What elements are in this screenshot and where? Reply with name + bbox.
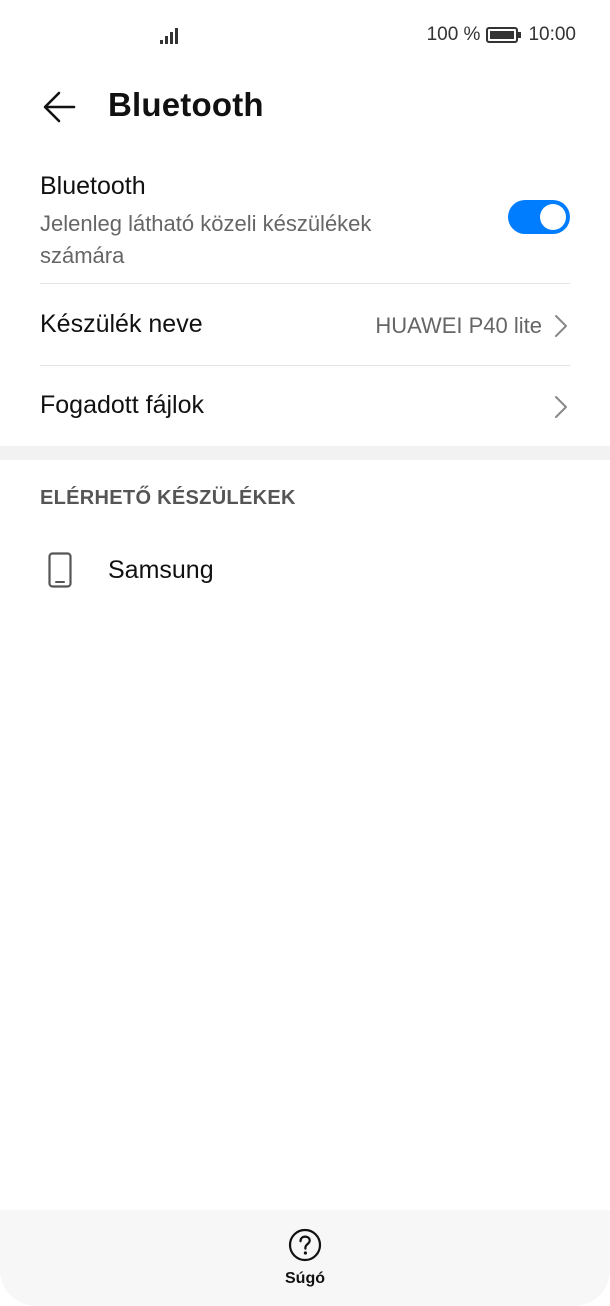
- bluetooth-toggle[interactable]: [508, 200, 570, 234]
- arrow-left-icon[interactable]: [40, 88, 78, 126]
- divider: [40, 365, 570, 366]
- toggle-knob: [540, 204, 566, 230]
- device-name-value: HUAWEI P40 lite: [375, 313, 542, 338]
- phone-icon: [48, 552, 72, 588]
- help-label: Súgó: [285, 1270, 325, 1287]
- header: Bluetooth: [0, 80, 610, 136]
- device-name: Samsung: [108, 556, 214, 584]
- divider: [40, 283, 570, 284]
- clock: 10:00: [528, 24, 576, 45]
- battery-percent: 100 %: [426, 24, 481, 45]
- bottom-bar: Súgó: [0, 1210, 610, 1306]
- list-item-device[interactable]: Samsung: [40, 540, 570, 600]
- bluetooth-row-subtitle: Jelenleg látható közeli készülékek számá…: [40, 211, 372, 268]
- bluetooth-row-title: Bluetooth: [40, 172, 146, 200]
- signal-bars-icon: [160, 28, 178, 44]
- status-right: 100 % 10:00: [427, 24, 576, 46]
- help-button[interactable]: Súgó: [265, 1228, 345, 1298]
- chevron-right-icon: [555, 315, 567, 337]
- received-files-label: Fogadott fájlok: [40, 391, 204, 419]
- received-files-row[interactable]: Fogadott fájlok: [40, 367, 570, 447]
- bluetooth-setting-row: Bluetooth Jelenleg látható közeli készül…: [40, 168, 570, 282]
- question-circle-icon: [288, 1228, 322, 1262]
- status-bar: 100 % 10:00: [0, 0, 610, 70]
- section-separator: [0, 446, 610, 460]
- device-name-row[interactable]: Készülék neve HUAWEI P40 lite: [40, 286, 570, 366]
- page-title: Bluetooth: [108, 86, 264, 123]
- device-name-label: Készülék neve: [40, 310, 203, 338]
- chevron-right-icon: [555, 396, 567, 418]
- available-devices-header: ELÉRHETŐ KÉSZÜLÉKEK: [40, 487, 296, 509]
- battery-full-icon: [486, 27, 522, 43]
